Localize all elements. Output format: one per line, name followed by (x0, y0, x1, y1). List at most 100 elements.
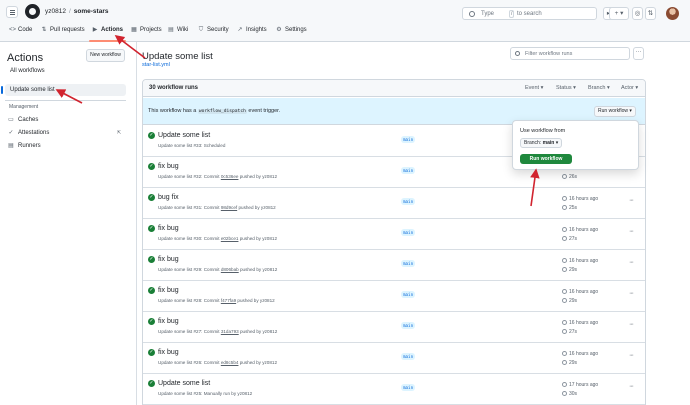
sidebar-item-caches[interactable]: ▭ Caches (8, 116, 38, 124)
tab-code[interactable]: <> Code (9, 27, 32, 33)
run-menu-icon[interactable]: ··· (629, 321, 634, 328)
actor-filter-dropdown[interactable]: Actor ▾ (621, 85, 638, 91)
graph-icon: ↗ (237, 27, 243, 33)
commit-link[interactable]: e02bce1 (221, 236, 239, 241)
branch-label[interactable]: main (401, 353, 416, 360)
list-item[interactable]: ✓ fix bug Update some list #26: Commit e… (143, 343, 645, 374)
list-item[interactable]: ✓ bug fix Update some list #31: Commit 9… (143, 188, 645, 219)
tab-security[interactable]: ⛉ Security (198, 27, 229, 33)
run-duration: 29s (562, 298, 577, 304)
github-logo-icon[interactable] (25, 4, 40, 19)
commit-link[interactable]: 31da793 (221, 329, 239, 334)
commit-link[interactable]: 0c536ee (221, 174, 239, 179)
timestamp-text: 16 hours ago (569, 351, 599, 357)
success-check-icon: ✓ (148, 318, 155, 325)
tab-wiki[interactable]: ▤ Wiki (168, 27, 188, 33)
chevron-down-icon: ▾ (540, 85, 544, 91)
tab-pull-requests[interactable]: ⇅ Pull requests (41, 27, 84, 33)
stopwatch-icon (562, 360, 567, 365)
avatar[interactable] (666, 7, 679, 20)
run-title[interactable]: fix bug (158, 225, 179, 232)
run-workflow-popover: Use workflow from Branch: main ▾ Run wor… (512, 120, 639, 170)
list-item[interactable]: ✓ Update some list Update some list #25:… (143, 374, 645, 405)
branch-label[interactable]: main (401, 198, 416, 205)
run-timestamp: 16 hours ago (562, 227, 598, 233)
event-filter-dropdown[interactable]: Event ▾ (525, 85, 543, 91)
duration-text: 29s (569, 360, 578, 366)
branch-filter-dropdown[interactable]: Branch ▾ (588, 85, 610, 91)
run-menu-icon[interactable]: ··· (629, 383, 634, 390)
header-row: yz0812/some-stars Type / to search ▸ + ▾… (0, 4, 690, 22)
sidebar-divider (5, 100, 126, 101)
run-meta: Update some list #29: Commit d806bab pus… (158, 267, 277, 272)
timestamp-text: 16 hours ago (569, 196, 599, 202)
create-new-button[interactable]: + ▾ (609, 7, 629, 20)
commit-link[interactable]: 98d9cef (221, 205, 237, 210)
search-input[interactable]: Type / to search (462, 7, 597, 20)
duration-text: 29s (569, 267, 578, 273)
run-meta-text: Update some list #32: Commit (158, 174, 220, 179)
run-meta-post: pushed by yz0812 (238, 205, 276, 210)
tab-settings[interactable]: ⚙ Settings (276, 27, 306, 33)
chevron-down-icon: ▾ (606, 85, 610, 91)
branch-label[interactable]: main (401, 229, 416, 236)
sidebar-item-all-workflows[interactable]: All workflows (5, 65, 126, 77)
sidebar-title: Actions (7, 52, 44, 64)
list-item[interactable]: ✓ fix bug Update some list #29: Commit d… (143, 250, 645, 281)
tab-insights[interactable]: ↗ Insights (237, 27, 267, 33)
run-title[interactable]: Update some list (158, 132, 210, 139)
run-title[interactable]: fix bug (158, 318, 179, 325)
tab-actions[interactable]: ▶ Actions (92, 27, 123, 33)
run-title[interactable]: bug fix (158, 194, 179, 201)
sidebar-item-runners[interactable]: ▤ Runners (8, 142, 41, 150)
commit-link[interactable]: ed8c5b4 (221, 360, 239, 365)
run-menu-icon[interactable]: ··· (629, 228, 634, 235)
sidebar-item-update-some-list[interactable]: Update some list (1, 84, 126, 96)
run-title[interactable]: Update some list (158, 380, 210, 387)
workflow-menu-button[interactable]: ··· (633, 47, 644, 60)
run-title[interactable]: fix bug (158, 349, 179, 356)
branch-label[interactable]: main (401, 260, 416, 267)
new-workflow-button[interactable]: New workflow (86, 49, 125, 62)
success-check-icon: ✓ (148, 380, 155, 387)
run-workflow-dropdown-button[interactable]: Run workflow ▾ (594, 106, 636, 117)
success-check-icon: ✓ (148, 132, 155, 139)
run-title[interactable]: fix bug (158, 287, 179, 294)
repo-owner-link[interactable]: yz0812 (45, 8, 66, 15)
pull-requests-icon[interactable]: ⇅ (645, 7, 656, 20)
sidebar-item-attestations[interactable]: ✓ Attestations (8, 129, 49, 137)
issues-icon[interactable]: ◎ (632, 7, 643, 20)
use-workflow-from-label: Use workflow from (520, 128, 566, 134)
list-item[interactable]: ✓ fix bug Update some list #28: Commit f… (143, 281, 645, 312)
run-menu-icon[interactable]: ··· (629, 290, 634, 297)
repo-name-link[interactable]: some-stars (74, 8, 109, 15)
commit-link[interactable]: d806bab (221, 267, 239, 272)
branch-label[interactable]: main (401, 322, 416, 329)
branch-label[interactable]: main (401, 167, 416, 174)
filter-runs-input[interactable]: Filter workflow runs (510, 47, 630, 60)
run-meta: Update some list #30: Commit e02bce1 pus… (158, 236, 277, 241)
run-timestamp: 16 hours ago (562, 320, 598, 326)
run-title[interactable]: fix bug (158, 256, 179, 263)
run-title[interactable]: fix bug (158, 163, 179, 170)
list-item[interactable]: ✓ fix bug Update some list #30: Commit e… (143, 219, 645, 250)
hamburger-menu-button[interactable] (6, 6, 18, 18)
tab-projects[interactable]: ▦ Projects (131, 27, 162, 33)
run-menu-icon[interactable]: ··· (629, 259, 634, 266)
run-menu-icon[interactable]: ··· (629, 197, 634, 204)
calendar-icon (562, 351, 567, 356)
list-item[interactable]: ✓ fix bug Update some list #27: Commit 3… (143, 312, 645, 343)
status-filter-dropdown[interactable]: Status ▾ (556, 85, 576, 91)
commit-link[interactable]: f477fa9 (221, 298, 236, 303)
success-check-icon: ✓ (148, 225, 155, 232)
workflow-file-link[interactable]: star-list.yml (142, 62, 170, 68)
sidebar-border (136, 42, 137, 405)
run-workflow-button[interactable]: Run workflow (520, 154, 572, 164)
branch-label[interactable]: main (401, 291, 416, 298)
run-menu-icon[interactable]: ··· (629, 352, 634, 359)
branch-label[interactable]: main (401, 384, 416, 391)
tab-label: Insights (246, 27, 267, 33)
play-icon: ▶ (92, 27, 98, 33)
branch-label[interactable]: main (401, 136, 416, 143)
branch-select[interactable]: Branch: main ▾ (520, 138, 562, 148)
